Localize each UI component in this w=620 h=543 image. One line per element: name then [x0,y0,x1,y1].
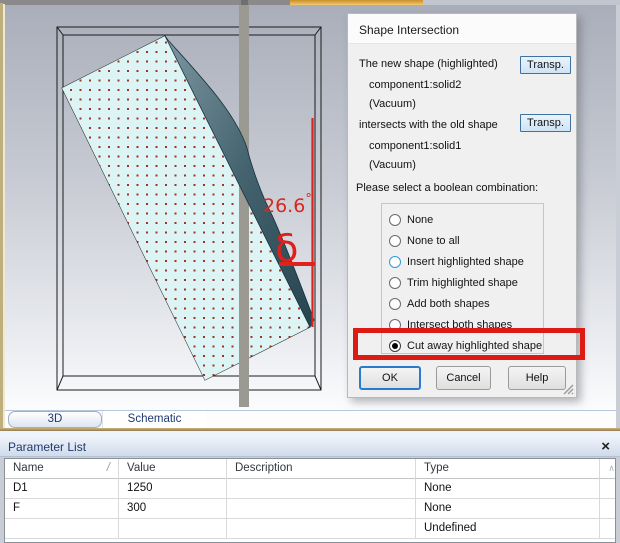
tab-schematic[interactable]: Schematic [102,411,206,428]
option-cut-away-highlighted[interactable]: Cut away highlighted shape [389,335,543,356]
cancel-button[interactable]: Cancel [436,366,491,390]
option-none[interactable]: None [389,209,543,230]
new-shape-label: The new shape (highlighted) [359,58,498,70]
close-icon[interactable]: × [601,438,610,456]
option-add-both[interactable]: Add both shapes [389,293,543,314]
old-shape-component: component1:solid1 [369,140,462,152]
parameter-table: Name / Value Description Type ∧ D1 1250 … [4,458,616,543]
vertical-split-bar [239,5,249,407]
parameter-panel-title: Parameter List [8,440,87,454]
scroll-up-icon[interactable]: ∧ [600,459,615,479]
parameter-table-header-row: Name / Value Description Type ∧ [5,459,615,479]
view-tab-bar: 3D Schematic [5,410,616,428]
old-shape-label: intersects with the old shape [359,119,498,131]
param-value-cell[interactable]: 1250 [119,479,227,499]
shape-intersection-dialog: Shape Intersection The new shape (highli… [347,13,585,398]
param-type-cell[interactable]: Undefined [416,519,600,539]
new-shape-material: (Vacuum) [369,98,416,110]
delta-annotation: δ [273,225,301,271]
dialog-title: Shape Intersection [359,23,460,37]
radio-icon[interactable] [389,213,401,226]
option-trim-highlighted[interactable]: Trim highlighted shape [389,272,543,293]
scroll-track[interactable] [600,519,615,539]
param-name-cell[interactable] [5,519,119,539]
param-type-cell[interactable]: None [416,499,600,519]
radio-icon[interactable] [389,234,401,247]
boolean-prompt: Please select a boolean combination: [356,182,539,194]
scroll-track[interactable] [600,479,615,499]
param-description-cell[interactable] [227,519,416,539]
option-none-to-all[interactable]: None to all [389,230,543,251]
boolean-options-group: None None to all Insert highlighted shap… [381,203,544,354]
param-value-cell[interactable] [119,519,227,539]
dialog-titlebar[interactable]: Shape Intersection [348,14,576,44]
new-shape-component: component1:solid2 [369,79,462,91]
table-row: Undefined [5,519,615,539]
param-value-cell[interactable]: 300 [119,499,227,519]
angle-dimension-label: 26.6° [263,192,312,217]
table-row: D1 1250 None [5,479,615,499]
sort-ascending-icon[interactable]: / [107,459,110,478]
param-name-cell[interactable]: F [5,499,119,519]
table-row-partial [5,539,615,542]
radio-selected-icon[interactable] [389,339,401,352]
param-type-cell[interactable]: None [416,479,600,499]
parameter-panel-header: Parameter List × [0,437,620,457]
radio-icon[interactable] [389,318,401,331]
radio-icon[interactable] [389,297,401,310]
old-shape-material: (Vacuum) [369,159,416,171]
column-header-description[interactable]: Description [227,459,416,479]
param-name-cell[interactable]: D1 [5,479,119,499]
radio-icon[interactable] [389,255,401,268]
column-header-name[interactable]: Name / [5,459,119,479]
ok-button[interactable]: OK [359,366,421,390]
column-header-type[interactable]: Type [416,459,600,479]
help-button[interactable]: Help [508,366,566,390]
radio-icon[interactable] [389,276,401,289]
resize-grip-icon[interactable] [563,384,574,395]
scroll-track[interactable] [600,499,615,519]
table-row: F 300 None [5,499,615,519]
tab-3d[interactable]: 3D [8,411,102,428]
option-insert-highlighted[interactable]: Insert highlighted shape [389,251,543,272]
transp-new-shape-button[interactable]: Transp. [520,56,571,74]
param-description-cell[interactable] [227,479,416,499]
column-header-value[interactable]: Value [119,459,227,479]
transp-old-shape-button[interactable]: Transp. [520,114,571,132]
param-description-cell[interactable] [227,499,416,519]
option-intersect-both[interactable]: Intersect both shapes [389,314,543,335]
